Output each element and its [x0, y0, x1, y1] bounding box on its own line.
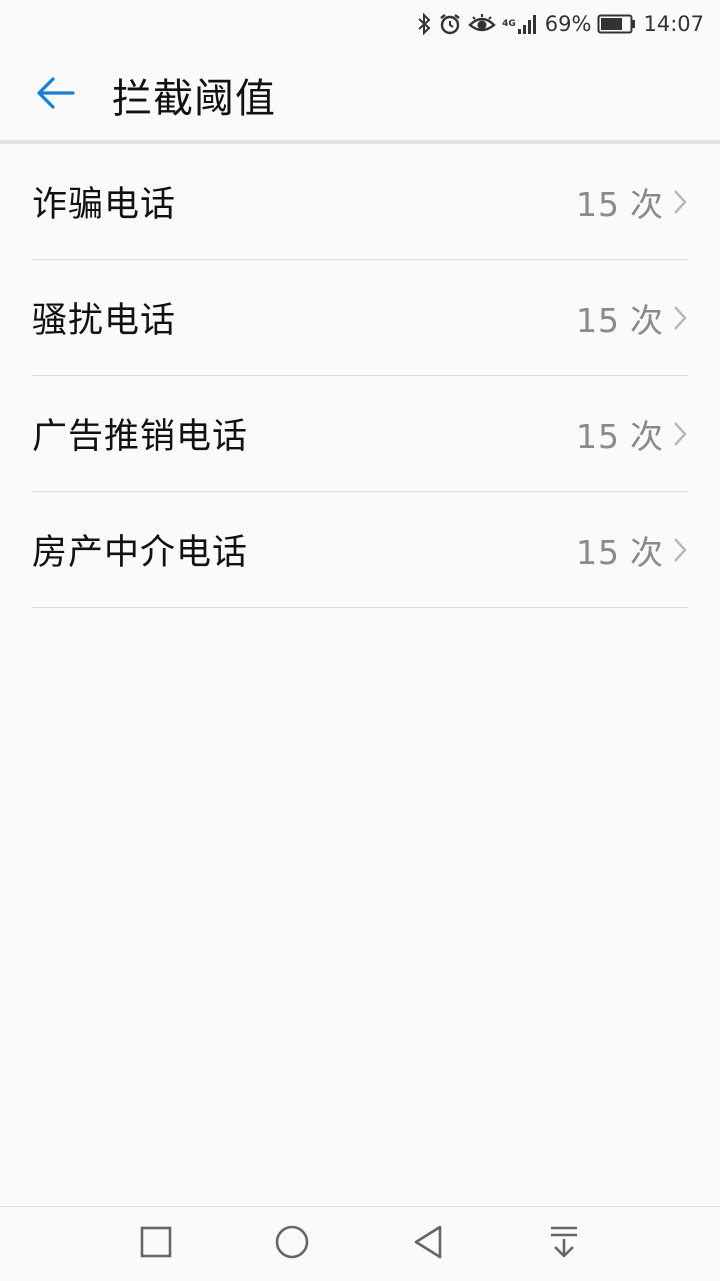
list-item-ad-sales-calls[interactable]: 广告推销电话 15 次: [32, 376, 688, 492]
list-item-harassment-calls[interactable]: 骚扰电话 15 次: [32, 260, 688, 376]
list-item-value: 15 次: [576, 300, 664, 340]
navigation-bar: [0, 1206, 720, 1281]
bluetooth-icon: [416, 12, 432, 36]
list-item-value: 15 次: [576, 416, 664, 456]
chevron-right-icon: [672, 420, 688, 448]
status-bar: 4G 69% 14:07: [0, 0, 720, 48]
battery-icon: [597, 13, 637, 35]
home-circle-icon: [274, 1224, 310, 1264]
signal-icon: 4G: [502, 12, 539, 36]
arrow-left-icon: [35, 76, 75, 114]
back-triangle-icon: [412, 1224, 444, 1264]
chevron-right-icon: [672, 304, 688, 332]
recents-square-icon: [140, 1226, 172, 1262]
back-nav-button[interactable]: [388, 1207, 468, 1281]
list-item-label: 广告推销电话: [32, 417, 249, 457]
eye-comfort-icon: [468, 12, 496, 36]
chevron-right-icon: [672, 188, 688, 216]
notification-button[interactable]: [524, 1207, 604, 1281]
page-title: 拦截阈值: [112, 76, 276, 122]
battery-percent: 69%: [544, 12, 592, 36]
list-item-value: 15 次: [576, 532, 664, 572]
home-button[interactable]: [252, 1207, 332, 1281]
chevron-right-icon: [672, 536, 688, 564]
threshold-list: 诈骗电话 15 次 骚扰电话 15 次 广告推销电话 15 次 房产中介电话 15 次: [0, 144, 720, 608]
list-item-fraud-calls[interactable]: 诈骗电话 15 次: [32, 144, 688, 260]
recents-button[interactable]: [116, 1207, 196, 1281]
list-item-label: 房产中介电话: [32, 533, 249, 573]
network-type: 4G: [502, 18, 516, 29]
list-item-label: 诈骗电话: [32, 185, 177, 225]
back-button[interactable]: [0, 48, 112, 142]
app-bar: 拦截阈值: [0, 48, 720, 142]
clock: 14:07: [643, 12, 704, 36]
list-item-value: 15 次: [576, 184, 664, 224]
notification-pulldown-icon: [548, 1225, 580, 1263]
list-item-real-estate-calls[interactable]: 房产中介电话 15 次: [32, 492, 688, 608]
alarm-icon: [438, 12, 462, 36]
list-item-label: 骚扰电话: [32, 301, 177, 341]
